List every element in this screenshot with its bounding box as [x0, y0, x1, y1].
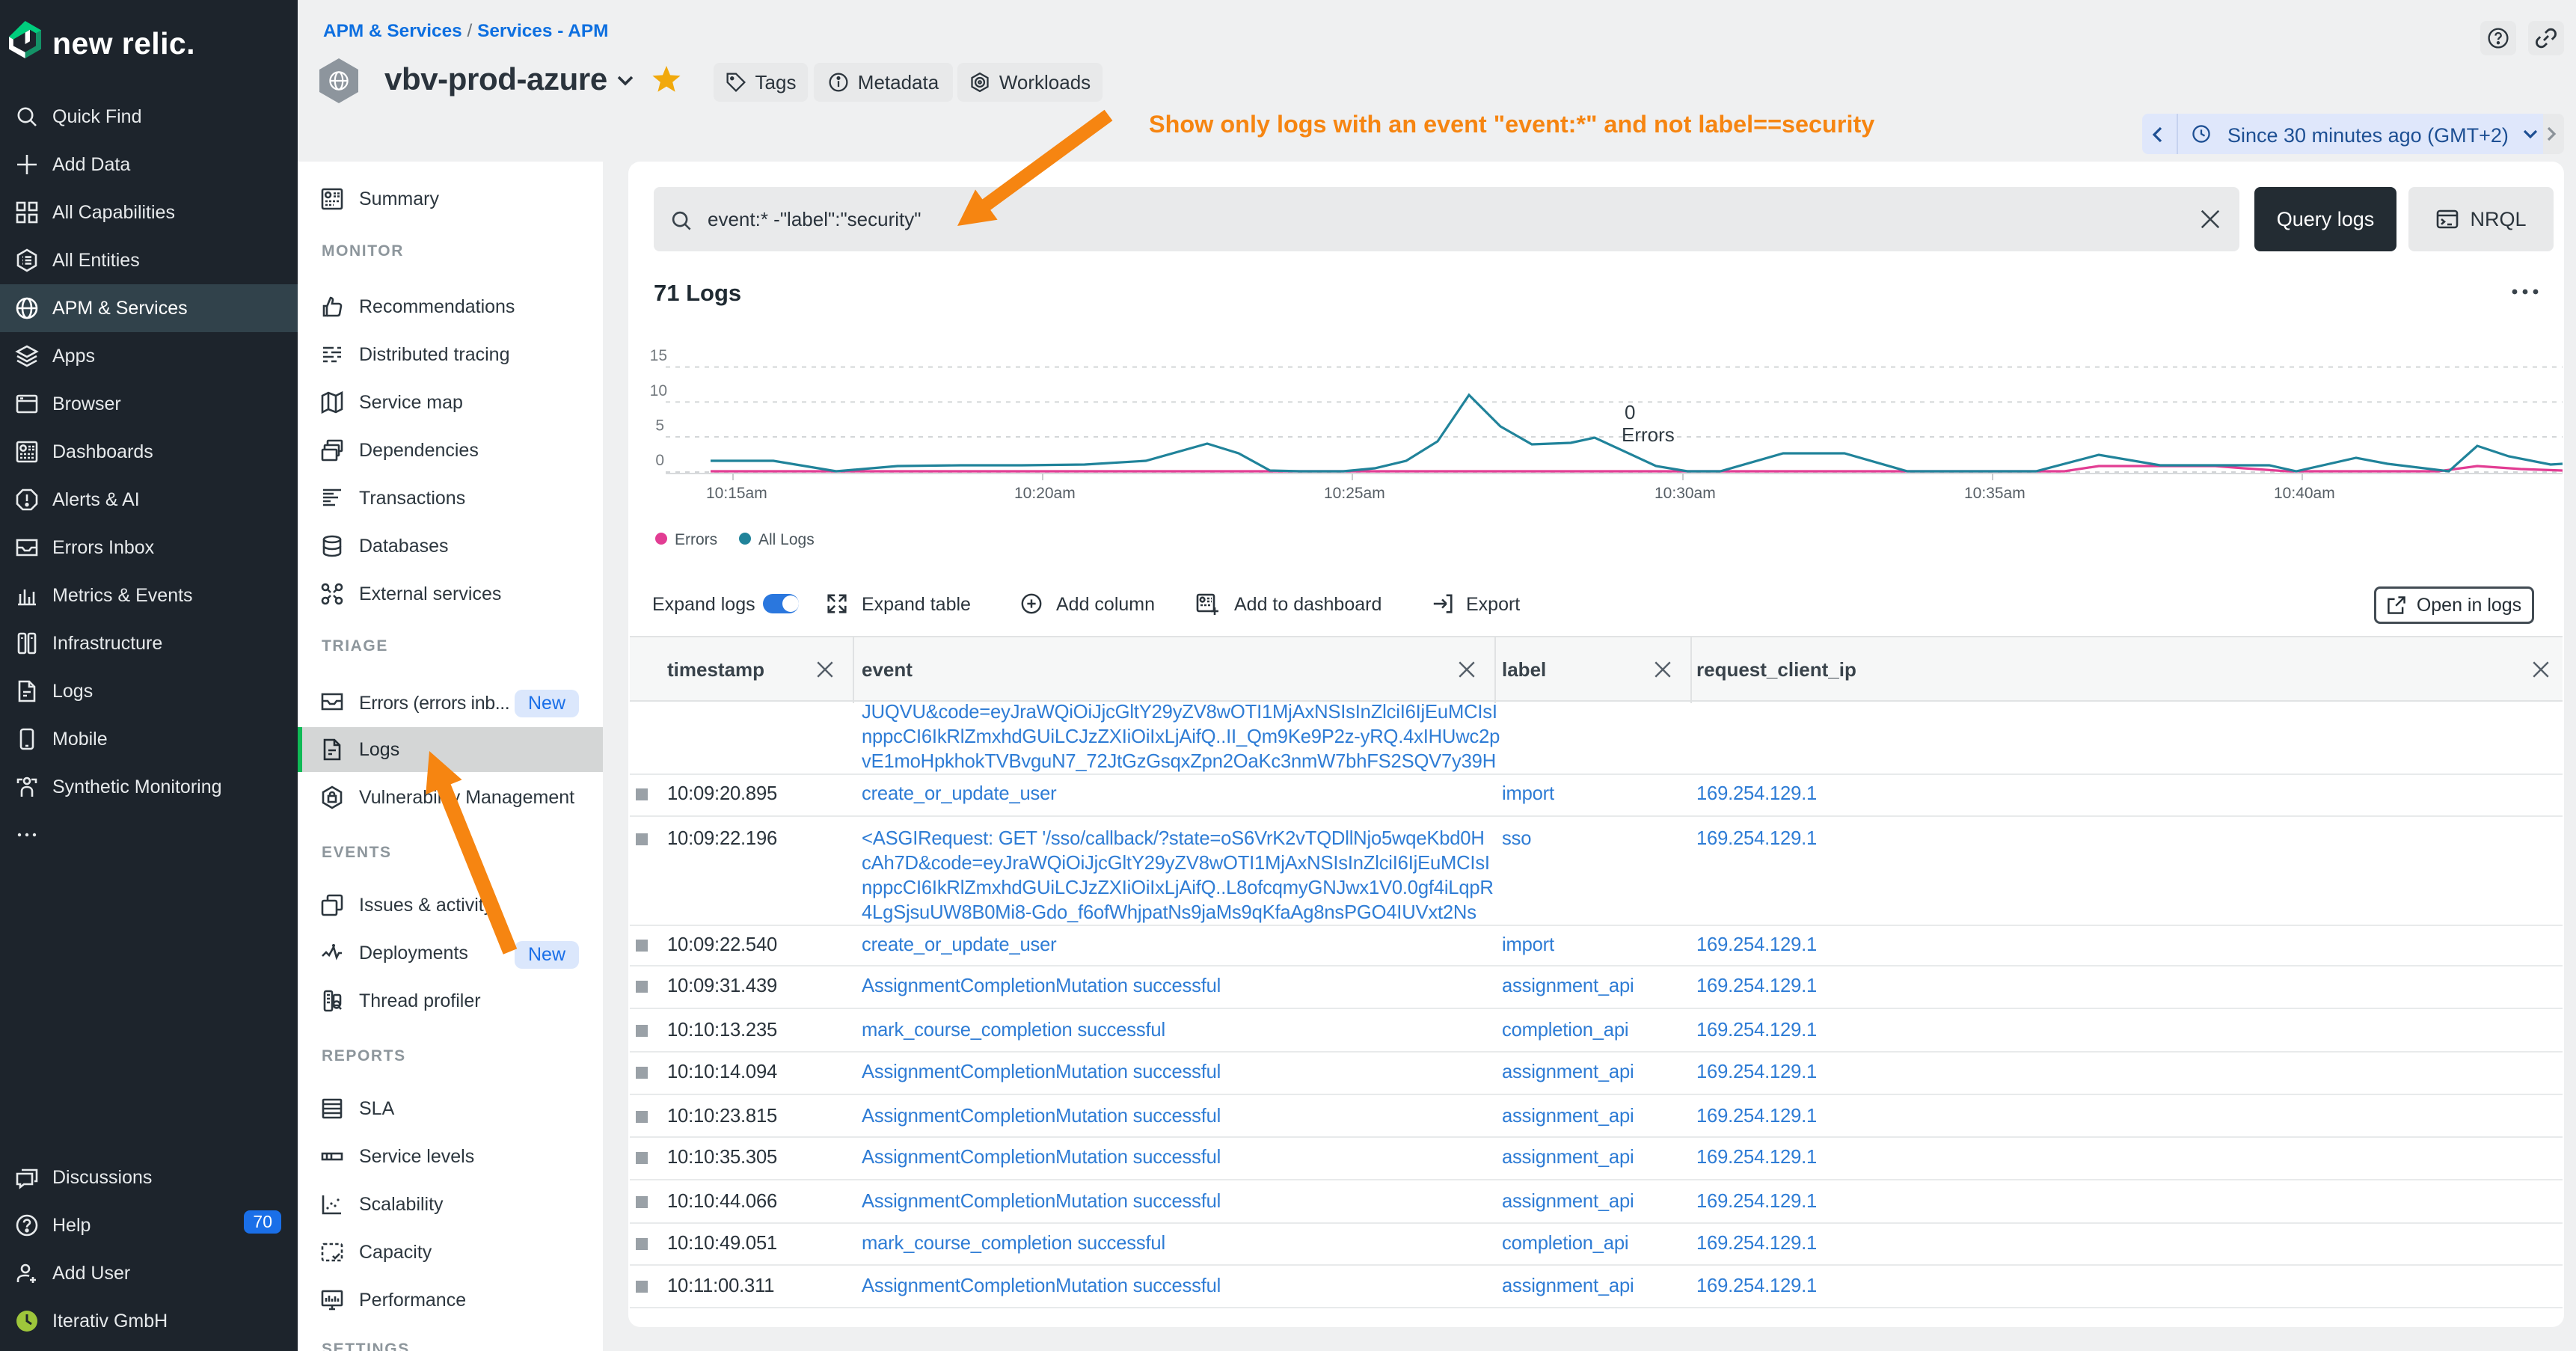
svg-text:10:35am: 10:35am: [1964, 485, 2025, 502]
svg-text:0: 0: [1625, 401, 1635, 423]
svg-text:10:15am: 10:15am: [706, 485, 767, 502]
svg-text:10:25am: 10:25am: [1324, 485, 1385, 502]
svg-text:10: 10: [650, 382, 667, 399]
svg-text:Errors: Errors: [675, 531, 717, 548]
svg-text:new relic.: new relic.: [52, 26, 195, 61]
svg-text:5: 5: [655, 417, 664, 434]
svg-text:15: 15: [650, 347, 667, 364]
svg-text:All Logs: All Logs: [758, 531, 815, 548]
svg-text:10:40am: 10:40am: [2274, 485, 2335, 502]
svg-text:0: 0: [655, 452, 664, 469]
svg-text:10:30am: 10:30am: [1655, 485, 1716, 502]
svg-text:Errors: Errors: [1622, 423, 1675, 446]
svg-text:10:20am: 10:20am: [1014, 485, 1076, 502]
